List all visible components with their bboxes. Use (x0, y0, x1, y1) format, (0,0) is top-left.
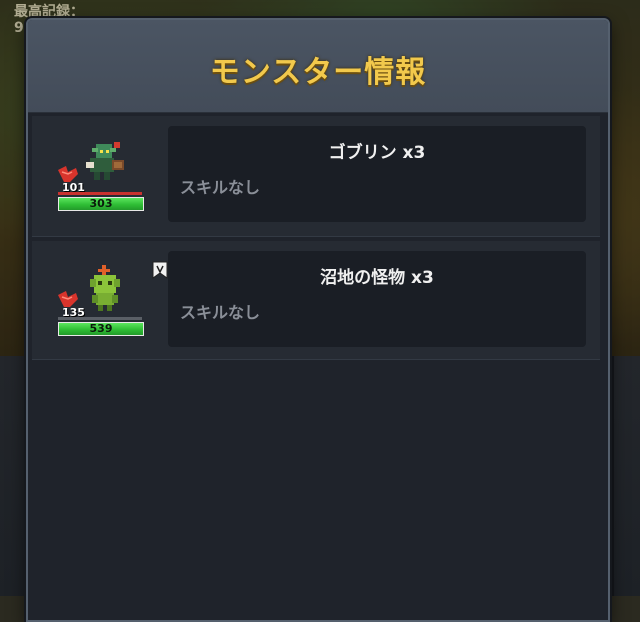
hp-value: 303 (89, 197, 113, 210)
modal-header: モンスター情報 (28, 20, 608, 113)
monster-row-goblin[interactable]: 101 303 ゴブリン x3 スキルなし (32, 116, 600, 237)
hp-bar: 539 (58, 322, 144, 336)
bookmark-icon (152, 261, 168, 279)
monster-skill: スキルなし (180, 178, 261, 197)
armor-bar (58, 317, 142, 320)
monster-info-panel: 沼地の怪物 x3 スキルなし (168, 251, 586, 347)
monster-name: 沼地の怪物 x3 (320, 268, 434, 288)
hp-value: 539 (89, 322, 113, 335)
monster-row-swamp[interactable]: 135 539 沼地の怪物 x3 スキルなし (32, 241, 600, 360)
monster-list: 101 303 ゴブリン x3 スキルなし 135 539 沼地の怪物 x3 ス… (32, 116, 600, 364)
modal-title: モンスター情報 (209, 55, 427, 90)
monster-name: ゴブリン x3 (328, 143, 426, 163)
monster-skill: スキルなし (180, 303, 261, 322)
hp-bar: 303 (58, 197, 144, 211)
monster-portrait: 135 539 (54, 259, 168, 345)
armor-bar (58, 192, 142, 195)
monster-portrait: 101 303 (54, 134, 148, 220)
monster-info-panel: ゴブリン x3 スキルなし (168, 126, 586, 222)
monster-info-modal: モンスター情報 101 303 ゴブリン x3 スキルなし 135 539 沼地… (26, 18, 610, 622)
